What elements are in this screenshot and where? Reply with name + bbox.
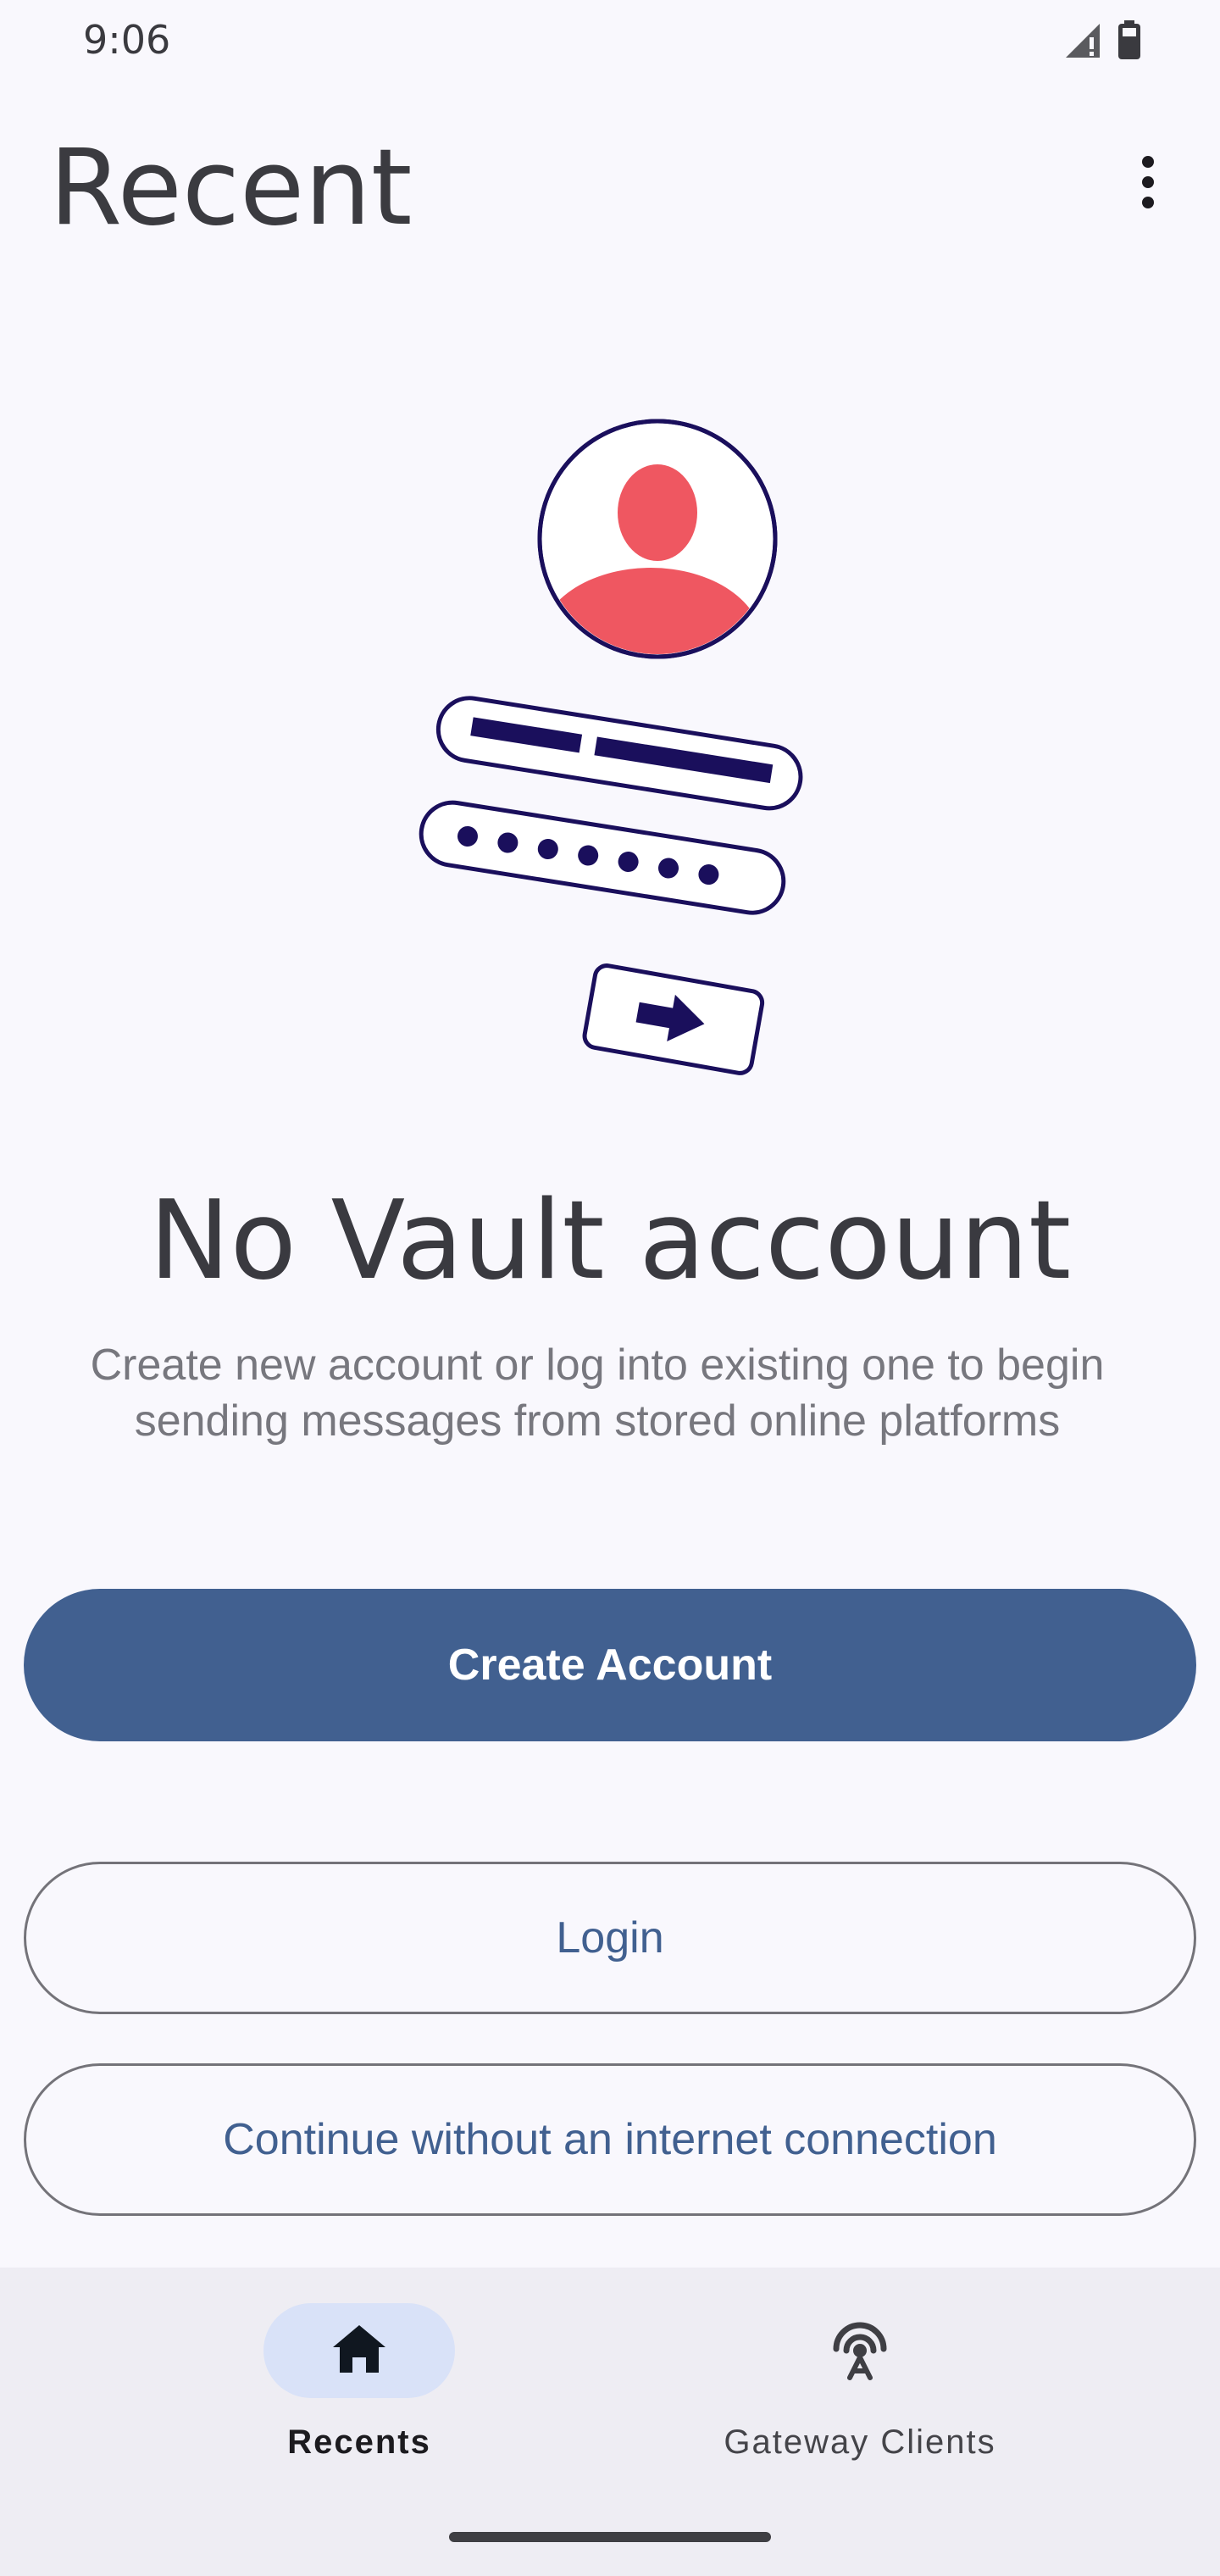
continue-offline-label: Continue without an internet connection [223,2115,997,2164]
create-account-label: Create Account [447,1641,773,1690]
vault-login-illustration [398,415,822,1093]
status-bar: 9:06 [0,0,1220,85]
empty-state-description: Create new account or log into existing … [90,1341,1105,1446]
continue-offline-button[interactable]: Continue without an internet connection [24,2063,1196,2216]
create-account-button[interactable]: Create Account [24,1589,1196,1741]
page-title: Recent [49,127,413,249]
status-icons [1064,20,1142,65]
nav-item-recents[interactable]: Recents [122,2303,596,2462]
battery-icon [1117,20,1142,65]
home-indicator[interactable] [449,2532,771,2542]
nav-inactive-indicator [764,2303,956,2398]
nav-label-gateway-clients: Gateway Clients [724,2423,996,2461]
signal-icon [1064,22,1101,64]
status-time: 9:06 [83,17,171,63]
login-button[interactable]: Login [24,1862,1196,2014]
nav-item-gateway-clients[interactable]: Gateway Clients [623,2303,1097,2462]
nav-active-indicator [263,2303,455,2398]
more-vert-icon[interactable] [1110,144,1186,220]
bottom-navigation: Recents Gateway Clients [0,2268,1220,2576]
home-icon [331,2323,387,2379]
login-label: Login [556,1913,664,1963]
top-app-bar: Recent [0,110,1220,254]
empty-state-title: No Vault account [148,1178,1072,1304]
nav-label-recents: Recents [287,2423,431,2461]
antenna-icon [826,2315,894,2387]
